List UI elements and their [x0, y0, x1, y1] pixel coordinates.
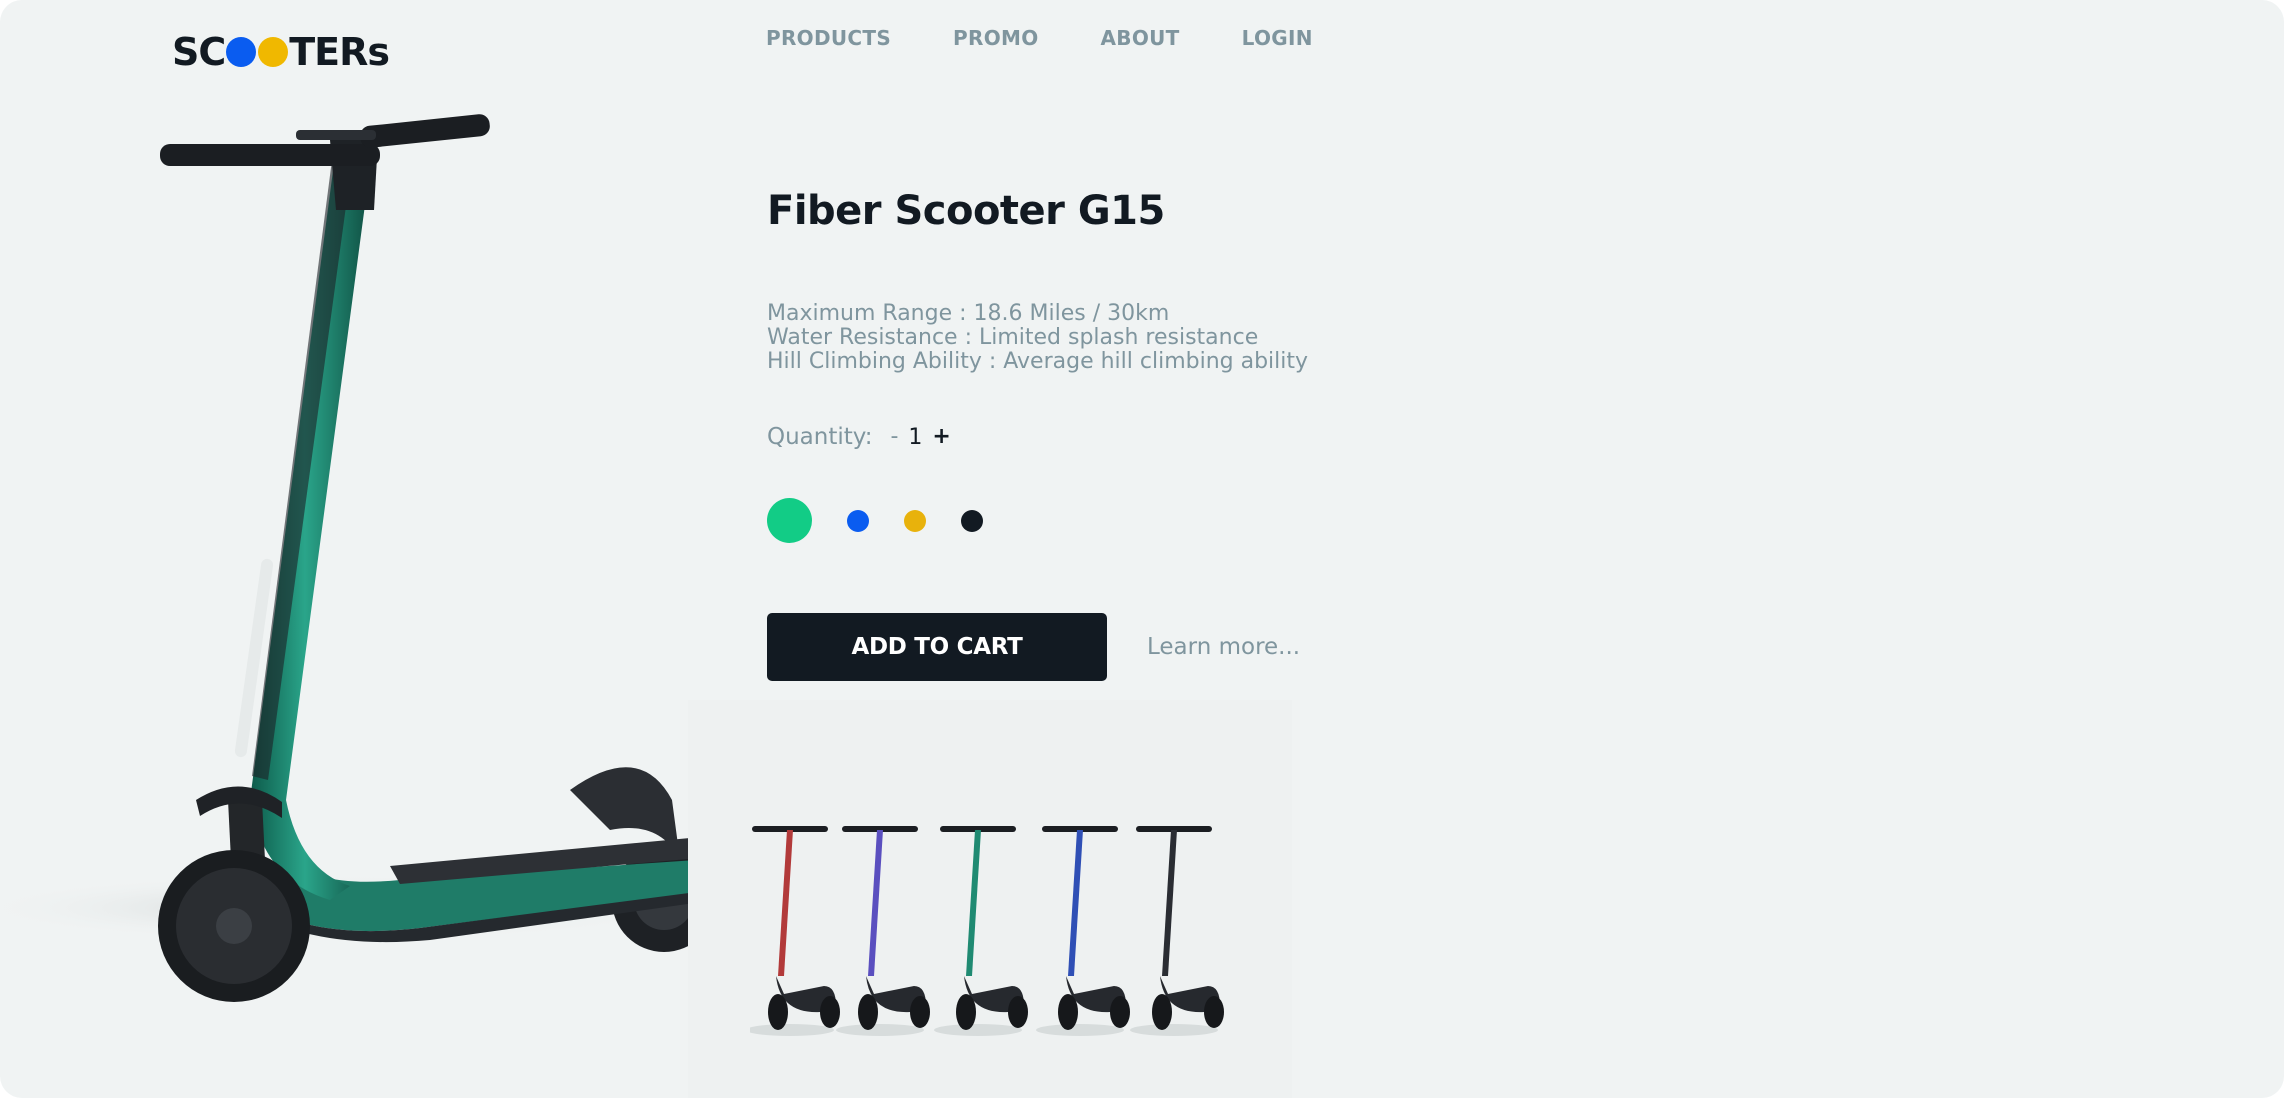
- lineup-stem: [966, 830, 981, 976]
- lineup-rear-wheel: [1204, 996, 1224, 1028]
- quantity-value: 1: [908, 424, 923, 450]
- spec-max-range: Maximum Range : 18.6 Miles / 30km: [767, 301, 1170, 326]
- logo-blue-dot: [226, 37, 257, 67]
- color-swatch-black[interactable]: [961, 509, 983, 532]
- lineup-front-wheel: [1058, 994, 1078, 1030]
- nav-about[interactable]: ABOUT: [1101, 26, 1180, 50]
- nav-products[interactable]: PRODUCTS: [766, 26, 891, 50]
- product-title: Fiber Scooter G15: [767, 188, 1165, 234]
- lineup-shadow: [1036, 1024, 1124, 1036]
- lineup-shadow: [750, 1024, 834, 1036]
- logo-prefix: SC: [172, 30, 226, 74]
- color-swatch-yellow[interactable]: [904, 509, 926, 532]
- add-to-cart-button[interactable]: ADD TO CART: [767, 613, 1107, 681]
- lineup-stem: [1162, 830, 1177, 976]
- color-swatch-blue[interactable]: [847, 509, 869, 532]
- spec-hill-climbing: Hill Climbing Ability : Average hill cli…: [767, 349, 1309, 374]
- lineup-stem: [778, 830, 793, 976]
- lineup-stem: [868, 830, 883, 976]
- quantity-decrease-button[interactable]: -: [890, 424, 898, 450]
- lineup-front-wheel: [1152, 994, 1172, 1030]
- page-frame: SC TERs PRODUCTS PROMO ABOUT LOGIN Fiber…: [0, 0, 2284, 1098]
- quantity-increase-button[interactable]: +: [932, 424, 950, 450]
- color-swatch-green[interactable]: [767, 498, 812, 543]
- lineup-rear-wheel: [820, 996, 840, 1028]
- lineup-stem: [1068, 830, 1083, 976]
- learn-more-link[interactable]: Learn more...: [1147, 634, 1300, 660]
- main-nav: PRODUCTS PROMO ABOUT LOGIN: [766, 26, 1313, 50]
- quantity-label: Quantity:: [767, 424, 873, 450]
- lineup-rear-wheel: [910, 996, 930, 1028]
- lineup-shadow: [1130, 1024, 1218, 1036]
- hero-scooter-image: [0, 114, 726, 1002]
- lineup-front-wheel: [956, 994, 976, 1030]
- nav-login[interactable]: LOGIN: [1242, 26, 1313, 50]
- product-specs: Maximum Range : 18.6 Miles / 30km Water …: [767, 302, 1308, 374]
- lineup-rear-wheel: [1110, 996, 1130, 1028]
- lineup-rear-wheel: [1008, 996, 1028, 1028]
- color-swatches: [767, 498, 983, 543]
- spec-water-resistance: Water Resistance : Limited splash resist…: [767, 325, 1259, 350]
- quantity-stepper: Quantity: - 1 +: [767, 424, 951, 450]
- lineup-front-wheel: [768, 994, 788, 1030]
- lineup-shadow: [934, 1024, 1022, 1036]
- logo-yellow-dot: [258, 37, 289, 67]
- nav-promo[interactable]: PROMO: [953, 26, 1038, 50]
- logo-suffix: TERs: [289, 30, 390, 74]
- lineup-front-wheel: [858, 994, 878, 1030]
- scooter-lineup-image: [750, 826, 1224, 1036]
- lineup-shadow: [836, 1024, 924, 1036]
- brand-logo[interactable]: SC TERs: [172, 30, 390, 74]
